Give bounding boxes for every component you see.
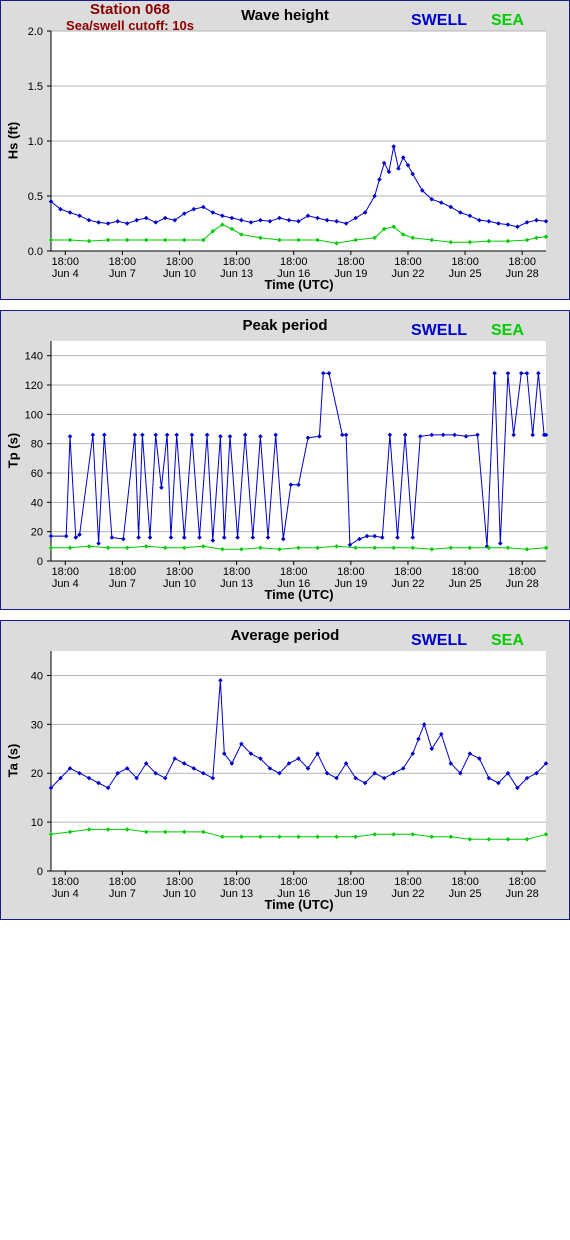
x-tick-time-label: 18:00 xyxy=(394,566,422,578)
wave-height-panel: Station 068 Sea/swell cutoff: 10s Wave h… xyxy=(0,0,570,300)
x-tick-time-label: 18:00 xyxy=(52,256,80,268)
y-tick-label: 1.0 xyxy=(28,136,43,148)
x-tick-time-label: 18:00 xyxy=(109,566,137,578)
x-tick-time-label: 18:00 xyxy=(223,566,251,578)
x-tick-time-label: 18:00 xyxy=(166,876,194,888)
y-tick-label: 40 xyxy=(31,670,43,682)
x-tick-date-label: Jun 28 xyxy=(506,578,539,590)
x-axis-label: Time (UTC) xyxy=(264,897,334,912)
x-tick-date-label: Jun 10 xyxy=(163,268,196,280)
x-tick-time-label: 18:00 xyxy=(337,566,365,578)
y-tick-label: 20 xyxy=(31,527,43,539)
x-tick-time-label: 18:00 xyxy=(109,876,137,888)
x-tick-date-label: Jun 7 xyxy=(109,888,136,900)
peak-period-chart: 02040608010012014018:00Jun 418:00Jun 718… xyxy=(25,341,549,590)
x-tick-time-label: 18:00 xyxy=(451,876,479,888)
x-tick-date-label: Jun 7 xyxy=(109,578,136,590)
y-tick-label: 10 xyxy=(31,817,43,829)
x-tick-date-label: Jun 7 xyxy=(109,268,136,280)
y-tick-label: 100 xyxy=(25,409,43,421)
y-tick-label: 30 xyxy=(31,719,43,731)
average-period-panel: Average period SWELL SEA 0 10 20 30 40 18:00 J… xyxy=(0,620,570,920)
x-tick-time-label: 18:00 xyxy=(451,256,479,268)
x-tick-time-label: 18:00 xyxy=(280,566,308,578)
y-tick-label: 80 xyxy=(31,439,43,451)
peak-period-panel: Peak period SWELL SEA 0 20 40 60 80 100 120 140… xyxy=(0,310,570,610)
x-tick-time-label: 18:00 xyxy=(109,256,137,268)
x-tick-date-label: Jun 22 xyxy=(391,578,424,590)
y-axis-label: Tp (s) xyxy=(5,432,21,469)
x-tick-date-label: Jun 4 xyxy=(52,578,79,590)
x-axis-label: Time (UTC) xyxy=(264,587,334,602)
y-axis-label: Ta (s) xyxy=(5,743,21,778)
x-tick-time-label: 18:00 xyxy=(451,566,479,578)
y-tick-label: 0.5 xyxy=(28,191,43,203)
y-tick-label: 2.0 xyxy=(28,26,43,38)
y-tick-label: 60 xyxy=(31,468,43,480)
x-tick-date-label: Jun 4 xyxy=(52,888,79,900)
x-tick-time-label: 18:00 xyxy=(166,256,194,268)
x-tick-date-label: Jun 22 xyxy=(391,888,424,900)
x-tick-time-label: 18:00 xyxy=(223,256,251,268)
x-tick-date-label: Jun 4 xyxy=(52,268,79,280)
plot-area xyxy=(51,341,546,561)
x-tick-time-label: 18:00 xyxy=(508,566,536,578)
x-tick-time-label: 18:00 xyxy=(280,256,308,268)
x-tick-time-label: 18:00 xyxy=(280,876,308,888)
x-tick-time-label: 18:00 xyxy=(52,876,80,888)
y-tick-label: 40 xyxy=(31,497,43,509)
x-tick-time-label: 18:00 xyxy=(223,876,251,888)
x-tick-date-label: Jun 28 xyxy=(506,888,539,900)
x-tick-date-label: Jun 28 xyxy=(506,268,539,280)
x-tick-date-label: Jun 22 xyxy=(391,268,424,280)
x-tick-time-label: 18:00 xyxy=(508,256,536,268)
y-tick-label: 120 xyxy=(25,380,43,392)
x-axis-label: Time (UTC) xyxy=(264,277,334,292)
y-tick-label: 1.5 xyxy=(28,81,43,93)
x-tick-time-label: 18:00 xyxy=(166,566,194,578)
y-tick-label: 0 xyxy=(37,866,43,878)
x-tick-time-label: 18:00 xyxy=(394,876,422,888)
average-period-chart: 01020304018:00Jun 418:00Jun 718:00Jun 10… xyxy=(31,651,549,900)
x-tick-date-label: Jun 25 xyxy=(449,578,482,590)
x-tick-time-label: 18:00 xyxy=(337,876,365,888)
y-tick-label: 140 xyxy=(25,351,43,363)
x-tick-date-label: Jun 25 xyxy=(449,268,482,280)
y-tick-label: 0 xyxy=(37,556,43,568)
x-tick-time-label: 18:00 xyxy=(508,876,536,888)
x-tick-time-label: 18:00 xyxy=(394,256,422,268)
y-axis-label: Hs (ft) xyxy=(5,121,21,160)
x-tick-time-label: 18:00 xyxy=(337,256,365,268)
wave-height-chart: 0.00.51.01.52.018:00Jun 418:00Jun 718:00… xyxy=(28,26,549,280)
x-tick-date-label: Jun 25 xyxy=(449,888,482,900)
y-tick-label: 0.0 xyxy=(28,246,43,258)
x-tick-date-label: Jun 10 xyxy=(163,888,196,900)
y-tick-label: 20 xyxy=(31,768,43,780)
x-tick-time-label: 18:00 xyxy=(52,566,80,578)
x-tick-date-label: Jun 10 xyxy=(163,578,196,590)
